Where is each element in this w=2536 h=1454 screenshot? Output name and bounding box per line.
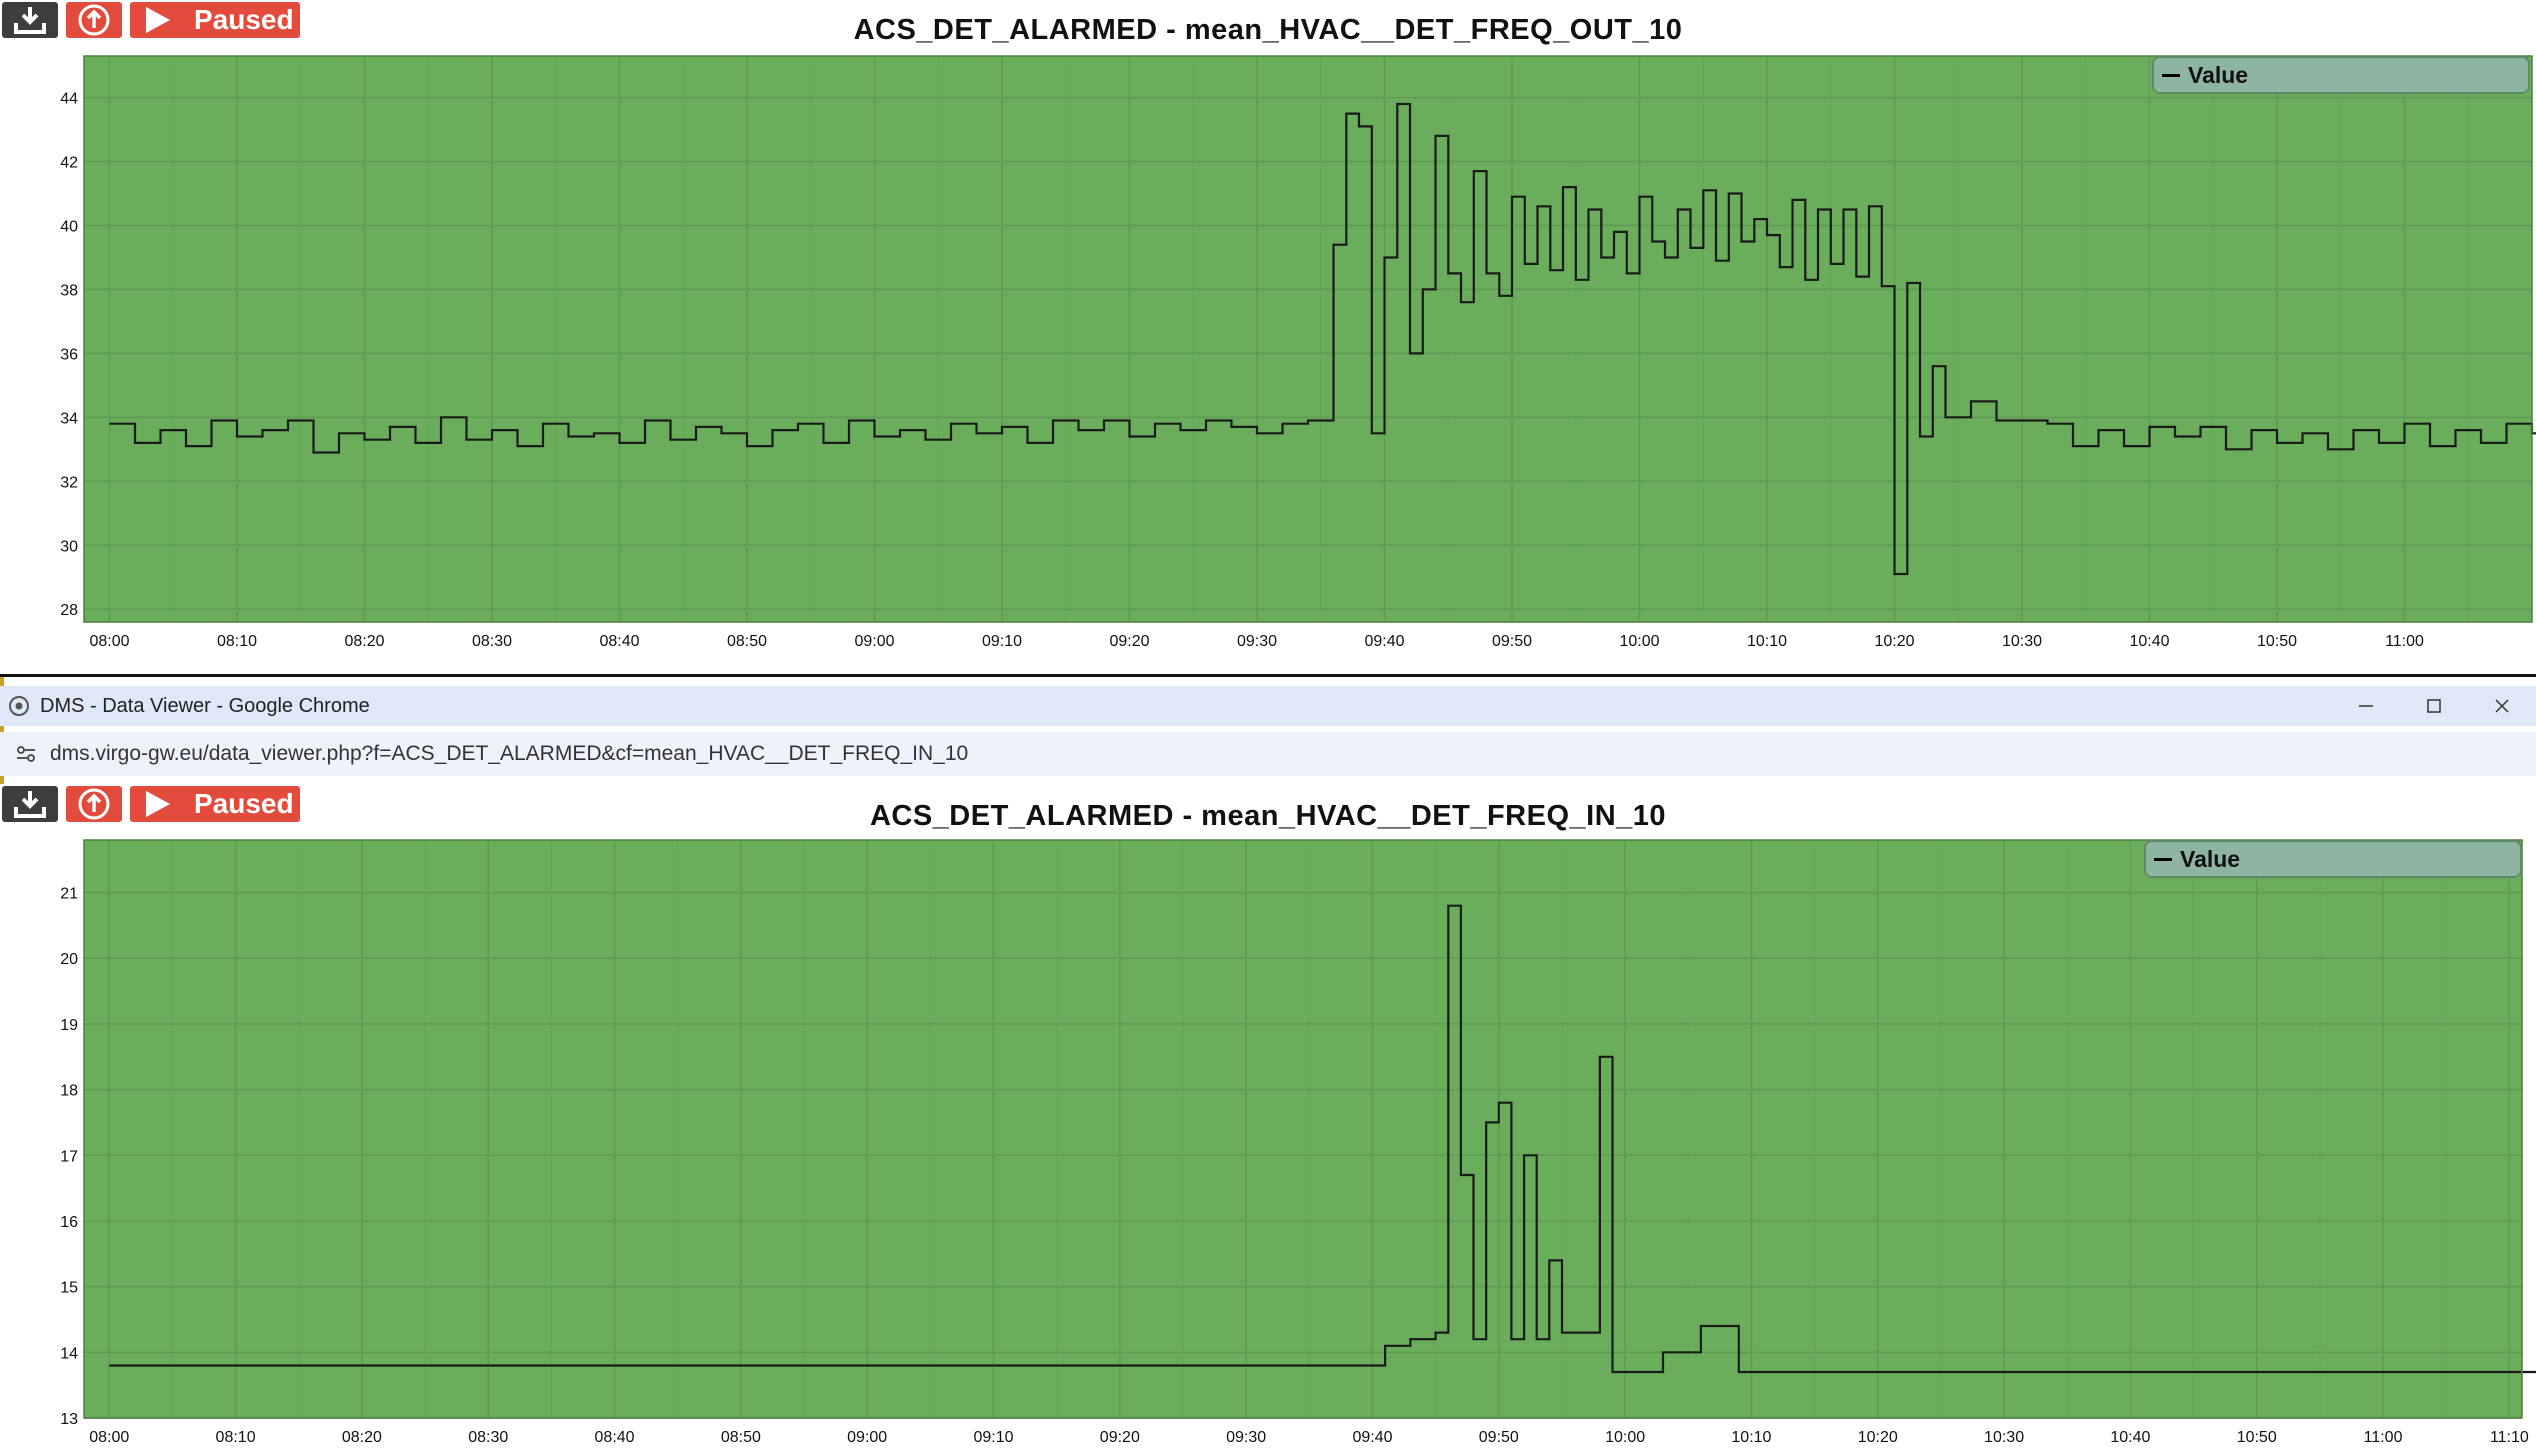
x-tick-label: 09:00 bbox=[847, 1429, 887, 1446]
x-tick-label: 09:50 bbox=[1492, 633, 1532, 650]
x-tick-label: 10:20 bbox=[1874, 633, 1914, 650]
y-tick-label: 42 bbox=[60, 155, 78, 172]
y-tick-label: 21 bbox=[60, 886, 78, 903]
x-tick-label: 09:50 bbox=[1479, 1429, 1519, 1446]
x-tick-label: 10:20 bbox=[1858, 1429, 1898, 1446]
url-text[interactable]: dms.virgo-gw.eu/data_viewer.php?f=ACS_DE… bbox=[50, 742, 968, 766]
legend[interactable]: Value bbox=[2144, 840, 2522, 878]
x-tick-label: 09:10 bbox=[973, 1429, 1013, 1446]
x-tick-label: 11:00 bbox=[2364, 1429, 2403, 1446]
chart-title: ACS_DET_ALARMED - mean_HVAC__DET_FREQ_OU… bbox=[853, 14, 1683, 46]
x-tick-label: 09:40 bbox=[1364, 633, 1404, 650]
x-tick-label: 09:30 bbox=[1237, 633, 1277, 650]
plot-area[interactable] bbox=[84, 840, 2522, 1418]
x-tick-label: 10:00 bbox=[1619, 633, 1659, 650]
x-tick-label: 08:30 bbox=[472, 633, 512, 650]
chart-panel-in: Paused ACS_DET_ALARMED - mean_HVAC__DET_… bbox=[0, 784, 2536, 1454]
y-tick-label: 34 bbox=[60, 410, 78, 427]
window-titlebar: DMS - Data Viewer - Google Chrome bbox=[0, 686, 2536, 726]
y-tick-label: 15 bbox=[60, 1280, 78, 1297]
legend-swatch bbox=[2154, 857, 2172, 861]
x-tick-label: 08:10 bbox=[216, 1429, 256, 1446]
x-tick-label: 08:00 bbox=[89, 633, 129, 650]
x-tick-label: 10:50 bbox=[2257, 633, 2297, 650]
plot-area[interactable] bbox=[84, 56, 2532, 622]
chrome-icon bbox=[9, 696, 29, 716]
x-tick-label: 10:00 bbox=[1605, 1429, 1645, 1446]
x-tick-label: 09:00 bbox=[854, 633, 894, 650]
maximize-button[interactable] bbox=[2400, 686, 2468, 726]
address-bar[interactable]: dms.virgo-gw.eu/data_viewer.php?f=ACS_DE… bbox=[0, 732, 2536, 776]
site-settings-icon bbox=[17, 746, 35, 762]
window-controls bbox=[2332, 686, 2536, 726]
x-tick-label: 10:10 bbox=[1747, 633, 1787, 650]
chart-in: 08:00 08:10 08:20 08:30 08:40 08:50 09:00 09:10… bbox=[60, 839, 2536, 1446]
x-tick-label: 08:20 bbox=[342, 1429, 382, 1446]
x-tick-label: 08:40 bbox=[595, 1429, 635, 1446]
y-tick-label: 40 bbox=[60, 218, 78, 235]
x-tick-label: 09:40 bbox=[1352, 1429, 1392, 1446]
x-tick-label: 11:00 bbox=[2385, 633, 2424, 650]
minimize-button[interactable] bbox=[2332, 686, 2400, 726]
x-tick-label: 10:30 bbox=[2002, 633, 2042, 650]
maximize-icon bbox=[2427, 699, 2441, 713]
y-tick-label: 18 bbox=[60, 1083, 78, 1100]
y-tick-label: 30 bbox=[60, 538, 78, 555]
x-tick-label: 09:30 bbox=[1226, 1429, 1266, 1446]
window-title: DMS - Data Viewer - Google Chrome bbox=[40, 694, 370, 717]
y-tick-label: 13 bbox=[60, 1411, 78, 1428]
x-tick-label: 09:20 bbox=[1109, 633, 1149, 650]
y-tick-label: 14 bbox=[60, 1345, 78, 1362]
x-tick-label: 11:10 bbox=[2490, 1429, 2529, 1446]
x-tick-label: 10:50 bbox=[2237, 1429, 2277, 1446]
x-tick-label: 08:30 bbox=[468, 1429, 508, 1446]
legend-label: Value bbox=[2188, 61, 2249, 88]
y-tick-label: 16 bbox=[60, 1214, 78, 1231]
x-tick-label: 10:10 bbox=[1731, 1429, 1771, 1446]
legend[interactable]: Value bbox=[2152, 56, 2530, 94]
x-tick-label: 08:50 bbox=[721, 1429, 761, 1446]
x-tick-label: 08:00 bbox=[89, 1429, 129, 1446]
close-button[interactable] bbox=[2468, 686, 2536, 726]
legend-label: Value bbox=[2180, 845, 2241, 872]
y-tick-label: 19 bbox=[60, 1017, 78, 1034]
y-tick-label: 20 bbox=[60, 951, 78, 968]
x-tick-label: 08:50 bbox=[727, 633, 767, 650]
minimize-icon bbox=[2359, 705, 2373, 707]
x-tick-label: 08:20 bbox=[344, 633, 384, 650]
x-tick-label: 10:40 bbox=[2110, 1429, 2150, 1446]
legend-swatch bbox=[2162, 73, 2180, 77]
y-tick-label: 32 bbox=[60, 474, 78, 491]
chart-panel-out: Paused ACS_DET_ALARMED - mean_HVAC__DET_… bbox=[0, 0, 2536, 676]
x-tick-label: 09:10 bbox=[982, 633, 1022, 650]
y-tick-label: 28 bbox=[60, 602, 78, 619]
x-tick-label: 10:30 bbox=[1984, 1429, 2024, 1446]
x-tick-label: 10:40 bbox=[2129, 633, 2169, 650]
y-tick-label: 44 bbox=[60, 91, 78, 108]
chart-out: 08:00 08:10 08:20 08:30 08:40 08:50 09:00 09:10… bbox=[60, 55, 2536, 650]
x-tick-label: 08:40 bbox=[599, 633, 639, 650]
x-tick-label: 09:20 bbox=[1100, 1429, 1140, 1446]
y-tick-label: 17 bbox=[60, 1148, 78, 1165]
y-tick-label: 36 bbox=[60, 346, 78, 363]
chart-title: ACS_DET_ALARMED - mean_HVAC__DET_FREQ_IN… bbox=[869, 800, 1667, 832]
close-icon bbox=[2495, 699, 2509, 713]
window-divider bbox=[0, 674, 2536, 677]
y-tick-label: 38 bbox=[60, 282, 78, 299]
x-tick-label: 08:10 bbox=[217, 633, 257, 650]
